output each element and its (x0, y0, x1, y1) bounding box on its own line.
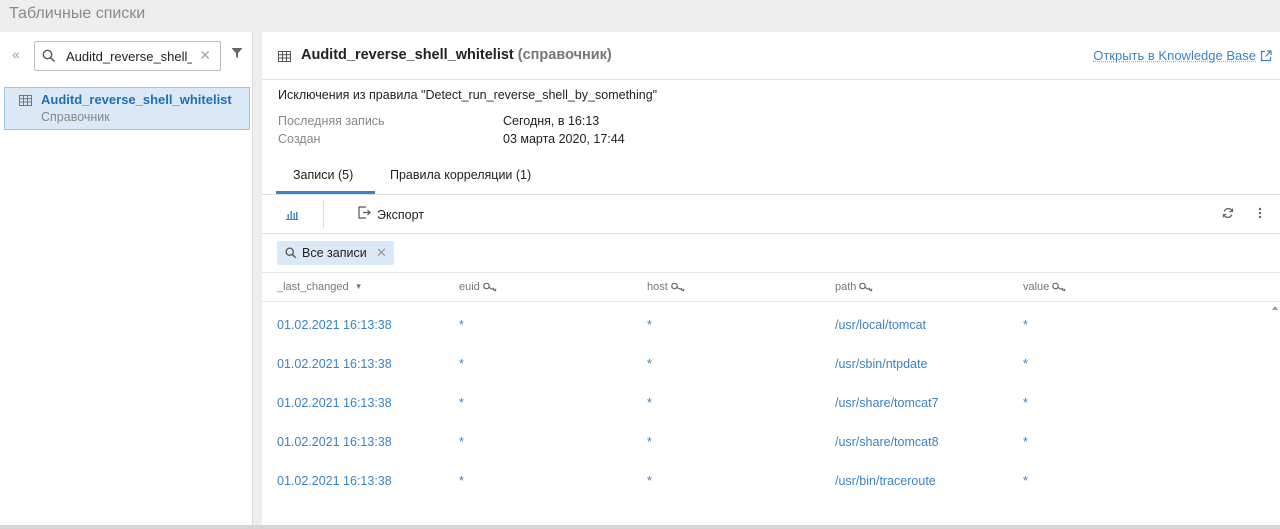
filter-chip[interactable]: Все записи ✕ (277, 241, 394, 265)
cell-last-changed[interactable]: 01.02.2021 16:13:38 (277, 474, 392, 488)
cell-last-changed[interactable]: 01.02.2021 16:13:38 (277, 357, 392, 371)
column-header-last-changed[interactable]: _last_changed ▼ (277, 281, 362, 293)
table-row[interactable]: 01.02.2021 16:13:38 * * /usr/local/tomca… (262, 307, 1280, 346)
cell-euid[interactable]: * (459, 318, 464, 332)
cell-value[interactable]: * (1023, 396, 1028, 410)
collapse-sidebar-button[interactable]: « (12, 46, 20, 62)
chart-icon[interactable] (285, 208, 299, 223)
cell-host[interactable]: * (647, 396, 652, 410)
export-label: Экспорт (377, 208, 424, 222)
tab-correlation-rules[interactable]: Правила корреляции (1) (390, 168, 531, 182)
tabs: Записи (5) Правила корреляции (1) (262, 160, 1280, 195)
sidebar-search: ✕ (34, 41, 221, 71)
cell-value[interactable]: * (1023, 357, 1028, 371)
column-header-value[interactable]: value (1023, 281, 1067, 295)
column-header-label: value (1023, 281, 1050, 293)
created-value: 03 марта 2020, 17:44 (503, 132, 625, 146)
toolbar: Экспорт (262, 195, 1280, 234)
cell-path[interactable]: /usr/sbin/ntpdate (835, 357, 927, 371)
column-header-host[interactable]: host (647, 281, 686, 295)
remove-filter-icon[interactable]: ✕ (376, 245, 387, 261)
scrollbar-up-arrow[interactable] (1272, 306, 1278, 310)
search-icon (285, 247, 297, 262)
column-header-label: _last_changed (277, 281, 349, 293)
export-button[interactable]: Экспорт (358, 206, 424, 223)
table-header: _last_changed ▼ euid host path value (262, 272, 1280, 302)
kb-link-label: Открыть в Knowledge Base (1093, 48, 1256, 63)
cell-euid[interactable]: * (459, 396, 464, 410)
cell-euid[interactable]: * (459, 474, 464, 488)
external-link-icon (1260, 50, 1272, 65)
list-item[interactable]: Auditd_reverse_shell_whitelist Справочни… (4, 87, 250, 130)
key-icon (1052, 282, 1067, 295)
page-title-name: Auditd_reverse_shell_whitelist (301, 47, 514, 63)
more-icon[interactable] (1258, 207, 1262, 222)
detail-header: Auditd_reverse_shell_whitelist (справочн… (262, 32, 1280, 80)
created-label: Создан (278, 132, 321, 146)
table-icon (278, 50, 291, 65)
page-title: Auditd_reverse_shell_whitelist (справочн… (301, 47, 612, 63)
clear-icon[interactable]: ✕ (199, 47, 211, 64)
cell-path[interactable]: /usr/local/tomcat (835, 318, 926, 332)
cell-host[interactable]: * (647, 357, 652, 371)
horizontal-scrollbar[interactable] (0, 525, 1280, 529)
open-knowledge-base-link[interactable]: Открыть в Knowledge Base (1093, 48, 1272, 65)
cell-host[interactable]: * (647, 474, 652, 488)
main-panel: Auditd_reverse_shell_whitelist (справочн… (262, 32, 1280, 525)
cell-path[interactable]: /usr/bin/traceroute (835, 474, 936, 488)
cell-value[interactable]: * (1023, 318, 1028, 332)
description: Исключения из правила "Detect_run_revers… (278, 88, 658, 102)
table-icon (19, 94, 32, 109)
cell-value[interactable]: * (1023, 474, 1028, 488)
column-header-label: path (835, 281, 857, 293)
cell-last-changed[interactable]: 01.02.2021 16:13:38 (277, 318, 392, 332)
cell-path[interactable]: /usr/share/tomcat8 (835, 435, 939, 449)
toolbar-divider (323, 200, 324, 228)
app-title: Табличные списки (9, 5, 146, 22)
tab-records[interactable]: Записи (5) (293, 168, 353, 182)
table-row[interactable]: 01.02.2021 16:13:38 * * /usr/sbin/ntpdat… (262, 346, 1280, 385)
filter-chip-label: Все записи (302, 246, 367, 260)
column-header-path[interactable]: path (835, 281, 874, 295)
cell-host[interactable]: * (647, 435, 652, 449)
refresh-icon[interactable] (1222, 207, 1234, 222)
list-item-name: Auditd_reverse_shell_whitelist (41, 92, 232, 107)
cell-euid[interactable]: * (459, 357, 464, 371)
sort-desc-icon: ▼ (354, 282, 363, 291)
cell-host[interactable]: * (647, 318, 652, 332)
key-icon (482, 282, 498, 295)
filter-icon[interactable] (231, 47, 243, 62)
cell-euid[interactable]: * (459, 435, 464, 449)
page-title-kind: (справочник) (517, 47, 612, 63)
cell-last-changed[interactable]: 01.02.2021 16:13:38 (277, 435, 392, 449)
key-icon (670, 282, 686, 295)
search-input[interactable] (66, 47, 192, 65)
cell-last-changed[interactable]: 01.02.2021 16:13:38 (277, 396, 392, 410)
table-row[interactable]: 01.02.2021 16:13:38 * * /usr/share/tomca… (262, 385, 1280, 424)
table-row[interactable]: 01.02.2021 16:13:38 * * /usr/share/tomca… (262, 424, 1280, 463)
key-icon (859, 282, 874, 295)
export-icon (358, 206, 371, 222)
list-item-type: Справочник (41, 110, 110, 124)
last-record-label: Последняя запись (278, 114, 385, 128)
table-row[interactable]: 01.02.2021 16:13:38 * * /usr/bin/tracero… (262, 463, 1280, 502)
sidebar: « ✕ Auditd_reverse_shell_whitelist Справ… (0, 32, 253, 525)
last-record-value: Сегодня, в 16:13 (503, 114, 600, 128)
column-header-label: euid (459, 281, 480, 293)
column-header-label: host (647, 281, 668, 293)
column-header-euid[interactable]: euid (459, 281, 498, 295)
search-icon (42, 49, 56, 66)
active-tab-indicator (276, 191, 375, 194)
cell-value[interactable]: * (1023, 435, 1028, 449)
cell-path[interactable]: /usr/share/tomcat7 (835, 396, 939, 410)
